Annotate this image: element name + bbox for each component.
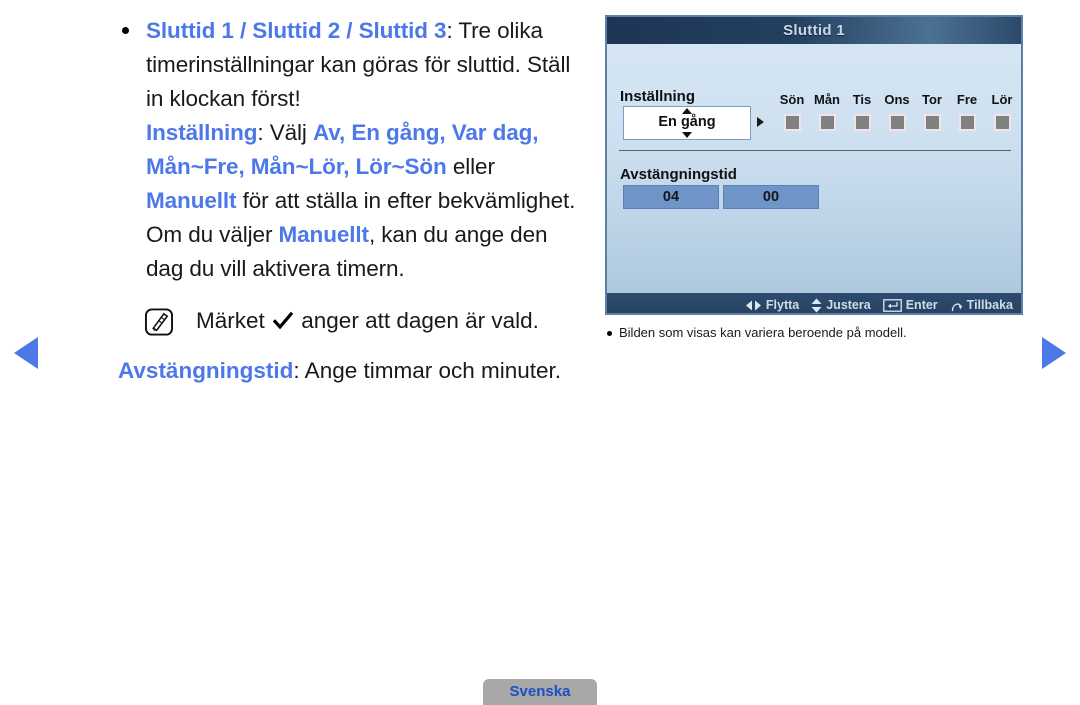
day-cell[interactable]: Mån [812, 92, 842, 131]
day-label: Mån [814, 92, 840, 107]
day-label: Lör [991, 92, 1013, 107]
osd-offtime-fields: 04 00 [623, 185, 819, 209]
osd-offtime-label: Avstängningstid [620, 166, 737, 183]
hint-return: Tillbaka [950, 298, 1013, 312]
previous-page-arrow-icon[interactable] [14, 337, 38, 369]
osd-setting-label: Inställning [620, 88, 695, 105]
hint-move-label: Flytta [765, 298, 800, 312]
installning-term: Inställning [146, 120, 258, 145]
main-bullet-item: Sluttid 1 / Sluttid 2 / Sluttid 3: Tre o… [118, 14, 588, 286]
note-pen-icon [144, 308, 174, 337]
note-block: Märket anger att dagen är vald. [118, 304, 588, 340]
hint-enter: Enter [882, 298, 938, 312]
bullet-paragraph-2: Inställning: Välj Av, En gång, Var dag, … [146, 116, 588, 286]
installning-mid: : Välj [257, 120, 313, 145]
spinner-right-arrow-icon [757, 117, 764, 127]
note-text: Märket anger att dagen är vald. [196, 304, 588, 338]
day-checkbox[interactable] [923, 114, 941, 131]
offtime-hours-field[interactable]: 04 [623, 185, 719, 209]
day-cell[interactable]: Ons [882, 92, 912, 131]
osd-divider [619, 150, 1011, 151]
day-cell[interactable]: Lör [987, 92, 1017, 131]
day-checkbox[interactable] [993, 114, 1011, 131]
hint-enter-label: Enter [905, 298, 938, 312]
closing-paragraph: Avstängningstid: Ange timmar och minuter… [118, 354, 588, 388]
return-arrow-icon [950, 299, 963, 312]
spinner-down-arrow-icon[interactable] [682, 132, 692, 138]
day-label: Fre [956, 92, 978, 107]
osd-footer-hints: Flytta Justera Enter Tillbaka [607, 293, 1021, 313]
osd-caption: Bilden som visas kan variera beroende på… [605, 324, 1023, 342]
day-label: Sön [779, 92, 805, 107]
osd-panel: Sluttid 1 Inställning En gång Sön Mån Ti… [605, 15, 1023, 315]
osd-days-row: Sön Mån Tis Ons Tor Fre Lör [777, 92, 1017, 131]
note-text-after: anger att dagen är vald. [295, 308, 539, 333]
osd-illustration: Sluttid 1 Inställning En gång Sön Mån Ti… [605, 15, 1023, 342]
day-checkbox[interactable] [888, 114, 906, 131]
day-checkbox[interactable] [853, 114, 871, 131]
day-label: Tor [922, 92, 942, 107]
osd-setting-value: En gång [658, 114, 716, 130]
hint-adjust-label: Justera [826, 298, 871, 312]
hint-return-label: Tillbaka [966, 298, 1013, 312]
language-tab[interactable]: Svenska [483, 679, 597, 705]
next-page-arrow-icon[interactable] [1042, 337, 1066, 369]
hint-move: Flytta [745, 298, 799, 312]
osd-body: Inställning En gång Sön Mån Tis Ons Tor … [607, 44, 1021, 313]
installning-tail-a: eller [446, 154, 495, 179]
bullet-dot-icon [122, 27, 129, 34]
day-cell[interactable]: Sön [777, 92, 807, 131]
enter-key-icon [882, 298, 902, 312]
left-right-arrows-icon [745, 300, 762, 311]
day-cell[interactable]: Tor [917, 92, 947, 131]
day-label: Ons [884, 92, 910, 107]
caption-text: Bilden som visas kan variera beroende på… [619, 325, 907, 340]
osd-setting-spinner[interactable]: En gång [623, 106, 751, 140]
manual-text-column: Sluttid 1 / Sluttid 2 / Sluttid 3: Tre o… [118, 14, 588, 388]
manuellt-term-2: Manuellt [278, 222, 370, 247]
offtime-minutes-field[interactable]: 00 [723, 185, 819, 209]
day-checkbox[interactable] [783, 114, 801, 131]
caption-bullet-icon [607, 331, 612, 336]
checkmark-icon [272, 307, 294, 330]
avstangningstid-rest: : Ange timmar och minuter. [293, 358, 562, 383]
day-cell[interactable]: Fre [952, 92, 982, 131]
up-down-arrows-icon [811, 298, 822, 313]
hint-adjust: Justera [811, 298, 871, 313]
avstangningstid-term: Avstängningstid [118, 358, 294, 383]
osd-title-bar: Sluttid 1 [607, 17, 1021, 44]
manuellt-term-1: Manuellt [146, 188, 237, 213]
sluttid-heading: Sluttid 1 / Sluttid 2 / Sluttid 3 [146, 18, 447, 43]
day-checkbox[interactable] [818, 114, 836, 131]
day-checkbox[interactable] [958, 114, 976, 131]
day-cell[interactable]: Tis [847, 92, 877, 131]
note-text-before: Märket [196, 308, 272, 333]
day-label: Tis [852, 92, 872, 107]
bullet-paragraph-1: Sluttid 1 / Sluttid 2 / Sluttid 3: Tre o… [146, 14, 588, 116]
